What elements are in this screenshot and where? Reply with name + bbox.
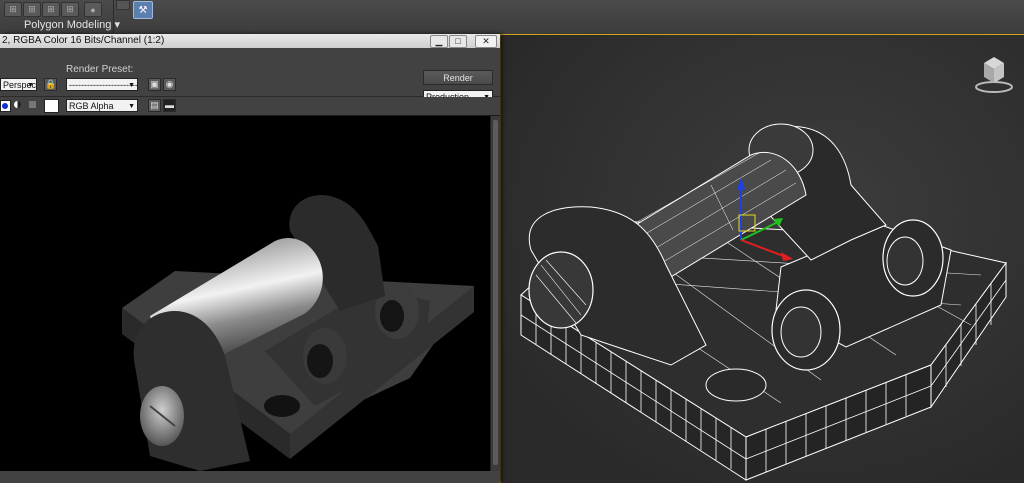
scrollbar-thumb[interactable] <box>493 120 498 465</box>
render-canvas <box>0 116 490 471</box>
ribbon-small-button[interactable] <box>116 0 130 10</box>
render-setup-icon[interactable]: ▣ <box>148 78 161 91</box>
minimize-button[interactable]: ▁ <box>430 35 448 48</box>
render-canvas-scrollbar[interactable] <box>490 116 500 471</box>
polygon-tool-2-icon[interactable]: ⊞ <box>23 2 41 17</box>
display-channel-dropdown[interactable]: RGB Alpha ▼ <box>66 99 138 112</box>
toggle-overlay-icon[interactable]: ▬ <box>163 99 176 112</box>
polygon-tool-3-icon[interactable]: ⊞ <box>42 2 60 17</box>
toggle-ui-icon[interactable]: ▤ <box>148 99 161 112</box>
maximize-button[interactable]: □ <box>449 35 467 48</box>
chevron-down-icon: ▾ <box>114 19 120 31</box>
close-button[interactable]: ✕ <box>475 35 497 48</box>
window-titlebar[interactable]: 2, RGBA Color 16 Bits/Channel (1:2) ▁ □ … <box>0 34 500 48</box>
window-title: 2, RGBA Color 16 Bits/Channel (1:2) <box>2 35 165 46</box>
channel-toolbar: RGB Alpha ▼ ▤ ▬ <box>0 97 500 116</box>
chevron-down-icon: ▼ <box>128 103 135 110</box>
rendered-frame-window: 2, RGBA Color 16 Bits/Channel (1:2) ▁ □ … <box>0 34 500 483</box>
lock-icon[interactable]: 🔒 <box>44 78 57 91</box>
perspective-viewport[interactable] <box>500 34 1024 483</box>
blue-dot-icon <box>2 103 8 109</box>
ribbon-toolbar: ⊞ ⊞ ⊞ ⊞ ● ⚒ Polygon Modeling ▾ <box>0 0 1024 35</box>
render-preset-dropdown[interactable]: --------------------------▼ <box>66 78 138 91</box>
polygon-tool-1-icon[interactable]: ⊞ <box>4 2 22 17</box>
polygon-modeling-label[interactable]: Polygon Modeling ▾ <box>0 18 120 31</box>
chevron-down-icon: ▼ <box>27 82 34 89</box>
wrench-icon[interactable]: ⚒ <box>133 1 153 19</box>
polygon-tool-4-icon[interactable]: ⊞ <box>61 2 79 17</box>
blue-channel-toggle[interactable] <box>0 100 11 112</box>
render-preset-label: Render Preset: <box>66 64 134 75</box>
ribbon-label-text: Polygon Modeling <box>23 19 112 31</box>
render-settings-toolbar: Perspec ▼ 🔒 Render Preset: --------------… <box>0 48 500 103</box>
alpha-channel-icon[interactable] <box>14 101 21 108</box>
polygon-tool-5-icon[interactable]: ● <box>84 2 102 17</box>
clear-color-swatch[interactable] <box>44 99 59 113</box>
rendered-model-image <box>122 194 474 471</box>
chevron-down-icon: ▼ <box>128 82 135 89</box>
area-to-render-dropdown[interactable]: Perspec ▼ <box>0 78 37 91</box>
environment-icon[interactable]: ◉ <box>163 78 176 91</box>
render-window-statusbar <box>0 471 500 483</box>
wireframe-model <box>520 123 1007 481</box>
monochrome-icon[interactable] <box>29 101 36 108</box>
render-button[interactable]: Render <box>423 70 493 85</box>
viewcube-icon[interactable] <box>971 49 1017 95</box>
display-channel-value: RGB Alpha <box>69 101 114 111</box>
